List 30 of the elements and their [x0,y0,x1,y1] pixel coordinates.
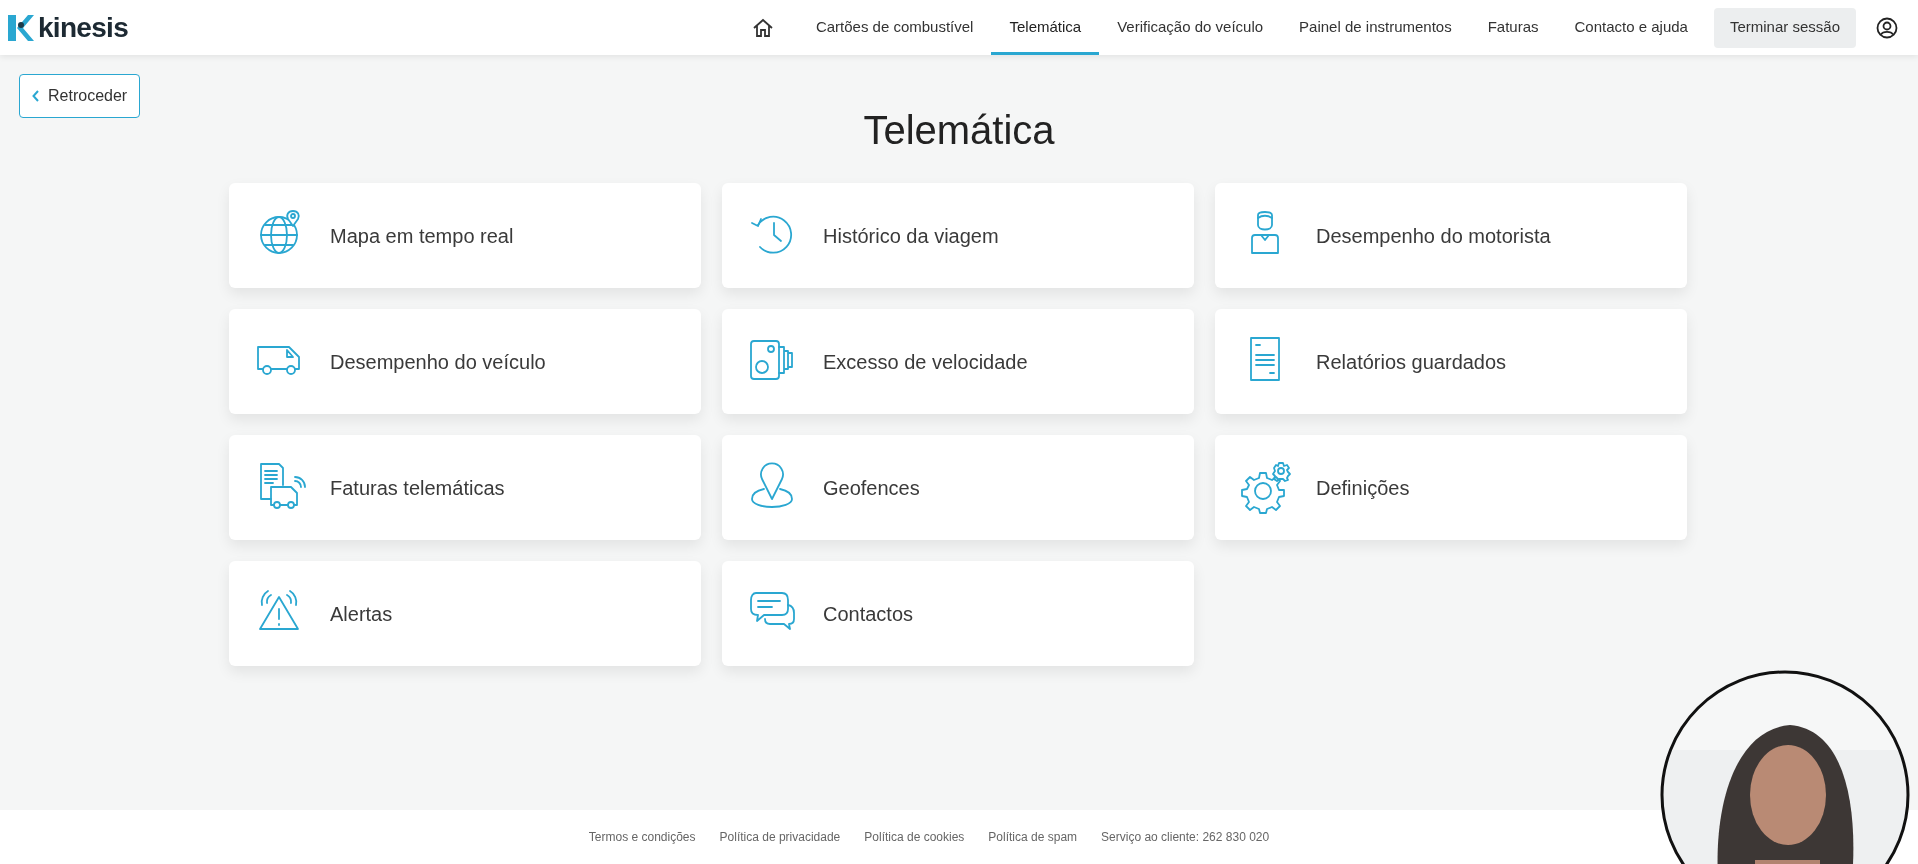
footer-link[interactable]: Serviço ao cliente: 262 830 020 [1101,828,1270,846]
menu-tile[interactable]: Histórico da viagem [722,183,1194,288]
logout-button[interactable]: Terminar sessão [1713,7,1856,48]
footer-link[interactable]: Política de cookies [864,828,965,846]
menu-tile[interactable]: Contactos [722,561,1194,666]
nav-tab[interactable]: Contacto e ajuda [1556,0,1706,55]
back-button[interactable]: Retroceder [19,74,141,118]
page-title: Telemática [862,110,1056,150]
menu-tile[interactable]: Desempenho do motorista [1215,183,1687,288]
menu-tile[interactable]: Alertas [229,561,701,666]
menu-tile[interactable]: Definições [1215,435,1687,540]
nav-tab[interactable]: Telemática [991,0,1100,55]
nav-tab[interactable]: Faturas [1469,0,1557,55]
menu-tile[interactable]: Mapa em tempo real [229,183,701,288]
footer-link[interactable]: Termos e condições [588,828,696,846]
footer-link[interactable]: Política de spam [988,828,1078,846]
nav-tab[interactable]: Painel de instrumentos [1281,0,1470,55]
nav-tab[interactable]: Verificação do veículo [1099,0,1282,55]
footer-link[interactable]: Política de privacidade [719,828,841,846]
menu-tile[interactable]: Excesso de velocidade [722,309,1194,414]
menu-tile[interactable]: Geofences [722,435,1194,540]
menu-tile[interactable]: Relatórios guardados [1215,309,1687,414]
user-icon[interactable] [1876,16,1898,39]
home-icon[interactable] [751,17,774,38]
menu-tile[interactable]: Faturas telemáticas [229,435,701,540]
logo-icon [8,14,34,41]
nav-tab[interactable]: Cartões de combustível [797,0,992,55]
menu-tile[interactable]: Desempenho do veículo [229,309,701,414]
chevron-left-icon [32,90,40,102]
logo-text: kinesis [38,13,129,42]
